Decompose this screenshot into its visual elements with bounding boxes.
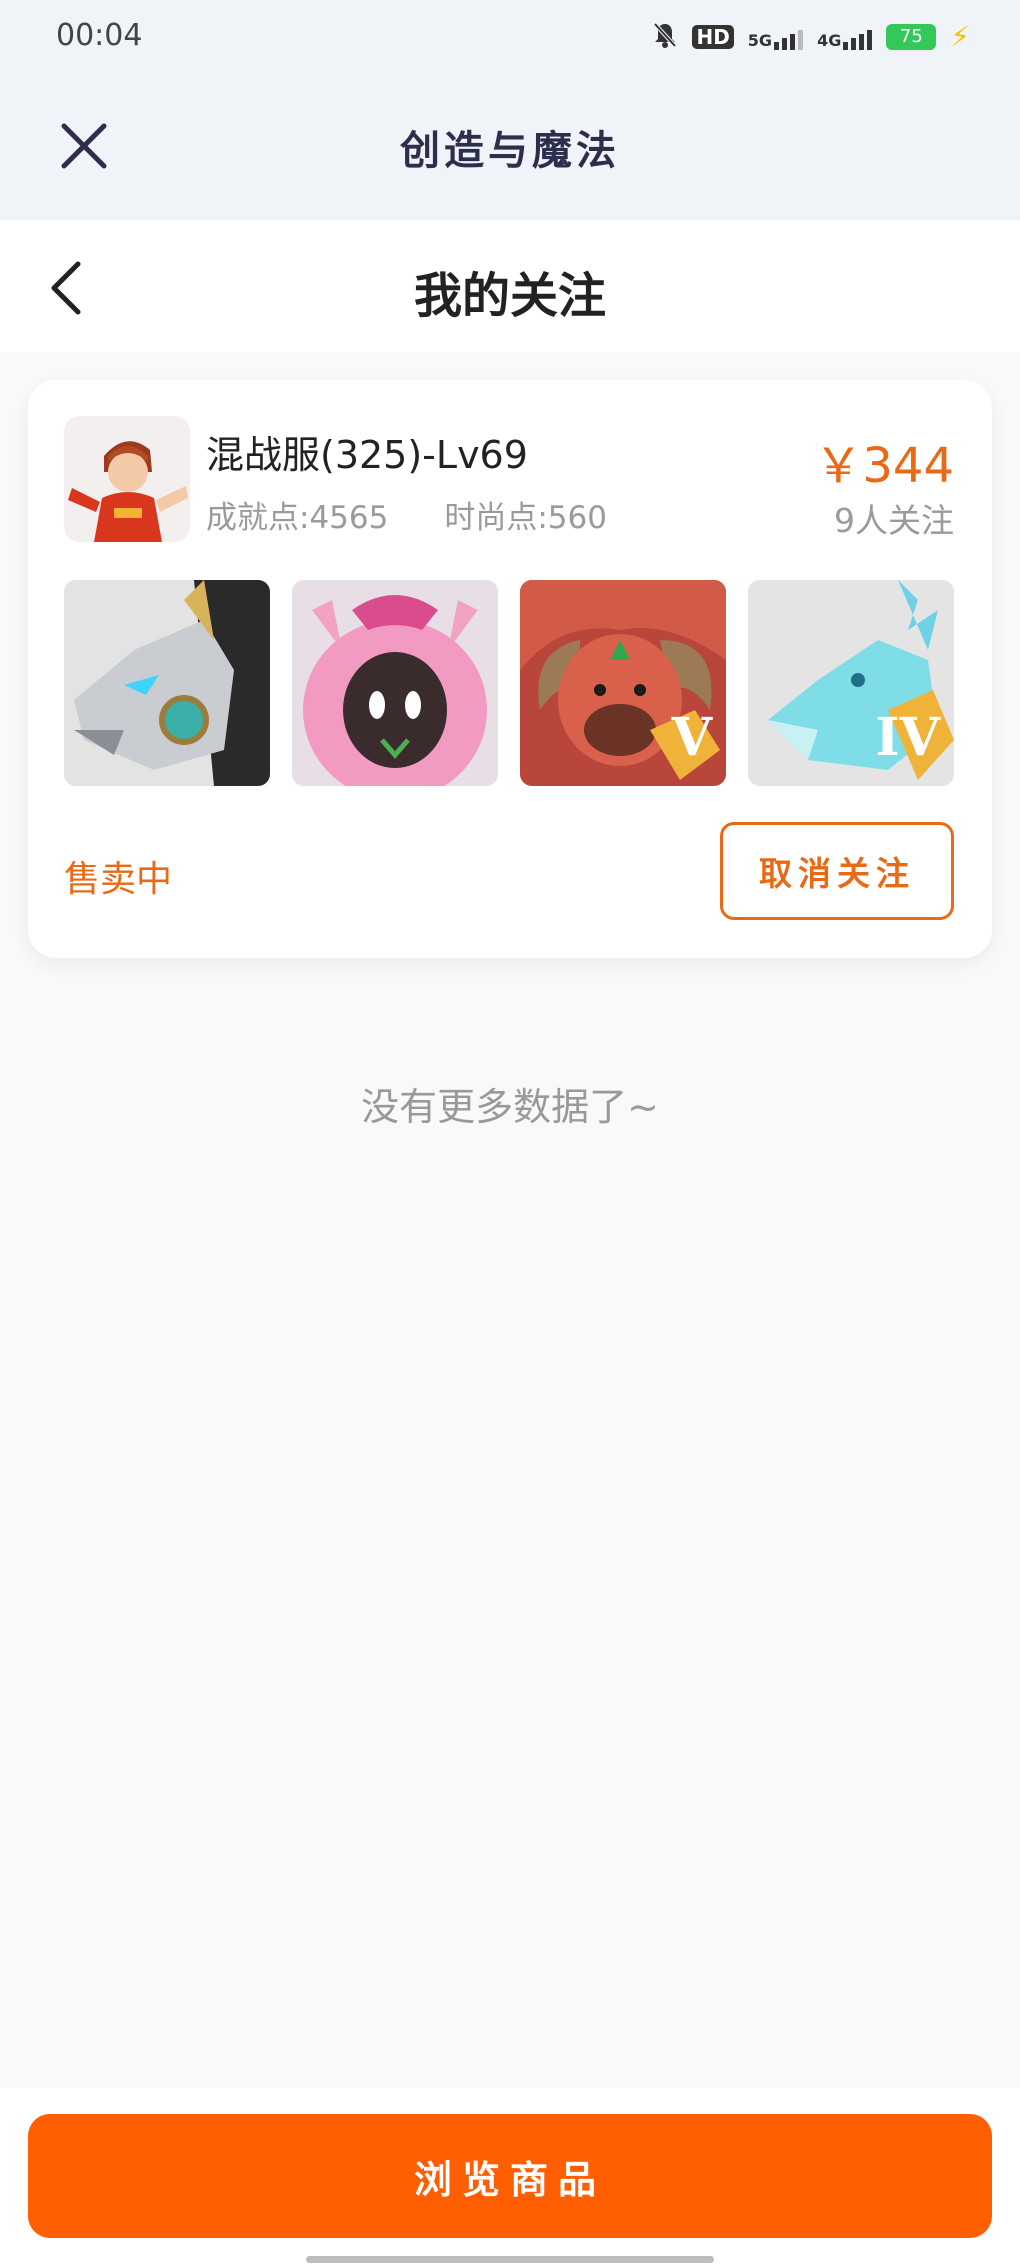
thumbnail-pink-pet[interactable] xyxy=(292,580,498,786)
page-header: 我的关注 xyxy=(0,220,1020,352)
home-indicator[interactable] xyxy=(306,2256,714,2263)
thumbnail-mecha-wolf[interactable] xyxy=(64,580,270,786)
page-title: 我的关注 xyxy=(413,268,606,324)
status-time: 00:04 xyxy=(56,18,143,53)
browse-products-button[interactable]: 浏览商品 xyxy=(28,2114,992,2238)
charging-bolt-icon: ⚡ xyxy=(950,20,970,53)
selling-status: 售卖中 xyxy=(64,859,173,900)
thumbnail-rank: IV xyxy=(875,707,940,768)
hd-icon: HD xyxy=(692,24,734,49)
thumbnail-ice-dragon[interactable]: IV xyxy=(748,580,954,786)
thumbnail-red-bull[interactable]: V xyxy=(520,580,726,786)
status-bar: 00:04 HD 5G 4G 75 ⚡ xyxy=(0,0,1020,78)
app-title: 创造与魔法 xyxy=(400,127,620,174)
battery-icon: 75 xyxy=(886,23,937,50)
no-more-data-text: 没有更多数据了~ xyxy=(361,1085,659,1129)
character-avatar xyxy=(64,416,190,542)
followed-item-card[interactable]: 混战服(325)-Lv69 成就点:4565 时尚点:560 ￥344 9人关注 xyxy=(28,380,992,958)
4g-signal-icon: 4G xyxy=(817,24,873,50)
5g-signal-icon: 5G xyxy=(747,24,804,50)
fashion-points: 时尚点:560 xyxy=(444,500,607,536)
status-icons: HD 5G 4G 75 ⚡ xyxy=(652,20,970,53)
4g-label: 4G xyxy=(817,30,842,50)
bottom-action-bar: 浏览商品 xyxy=(0,2088,1020,2267)
bell-muted-icon xyxy=(652,21,678,53)
item-name: 混战服(325)-Lv69 xyxy=(206,433,528,477)
item-thumbnails: V IV xyxy=(64,580,954,786)
follower-count: 9人关注 xyxy=(834,501,954,540)
app-header: 创造与魔法 xyxy=(0,78,1020,220)
unfollow-button[interactable]: 取消关注 xyxy=(720,822,954,920)
item-stats: 成就点:4565 时尚点:560 xyxy=(206,492,607,537)
5g-label: 5G xyxy=(747,30,773,50)
achievement-points: 成就点:4565 xyxy=(206,500,389,536)
thumbnail-rank: V xyxy=(671,707,712,768)
item-price: ￥344 xyxy=(814,438,954,494)
